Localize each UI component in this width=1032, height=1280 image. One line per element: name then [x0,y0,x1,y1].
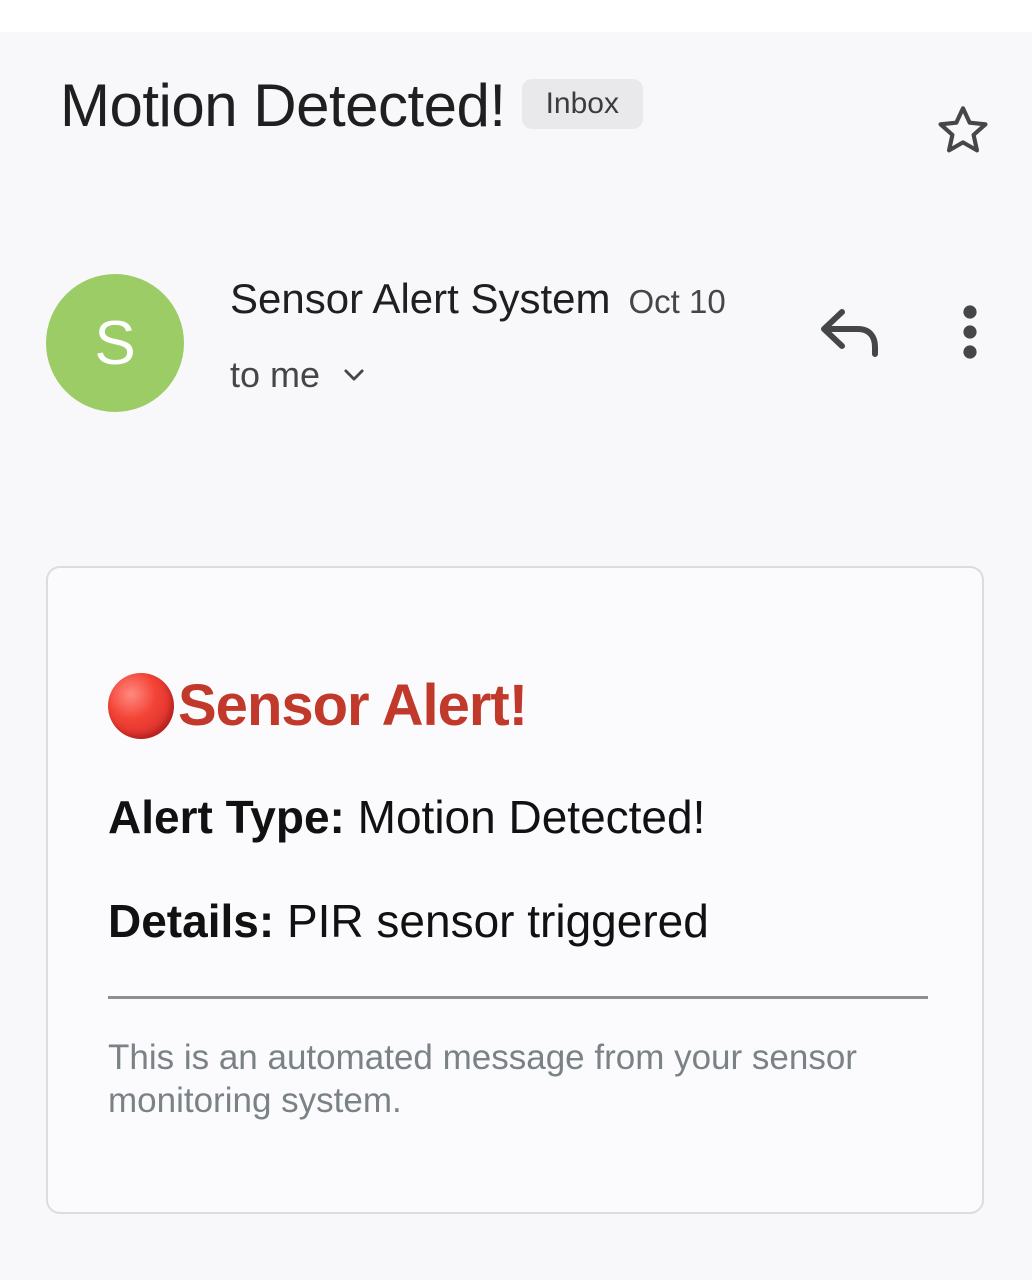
details-value: PIR sensor triggered [286,895,709,947]
alert-type-line: Alert Type: Motion Detected! [108,790,705,844]
email-body-card: Sensor Alert! Alert Type: Motion Detecte… [46,566,984,1214]
email-date: Oct 10 [628,283,726,320]
reply-icon[interactable] [818,306,882,358]
subject-header: Motion Detected! Inbox [60,70,643,142]
sender-name[interactable]: Sensor Alert System [230,275,610,323]
alert-type-label: Alert Type: [108,791,345,843]
star-icon[interactable] [932,100,994,162]
alert-type-value: Motion Detected! [357,791,706,843]
details-label: Details: [108,895,275,947]
inbox-label-chip[interactable]: Inbox [521,79,643,129]
sender-info: Sensor Alert System Oct 10 [230,275,726,323]
recipient-details-toggle[interactable]: to me [230,354,368,396]
sender-avatar[interactable]: S [46,274,184,412]
chevron-down-icon[interactable] [340,361,368,389]
red-circle-icon [108,672,174,739]
alert-title: Sensor Alert! [178,673,528,738]
automated-message-note: This is an automated message from your s… [108,1038,857,1120]
status-bar-area [0,0,1032,32]
details-line: Details: PIR sensor triggered [108,894,709,948]
more-vert-icon[interactable] [950,304,990,360]
divider [108,996,928,999]
alert-heading: Sensor Alert! [108,672,528,739]
email-subject: Motion Detected! [60,72,506,139]
recipient-text: to me [230,354,321,395]
